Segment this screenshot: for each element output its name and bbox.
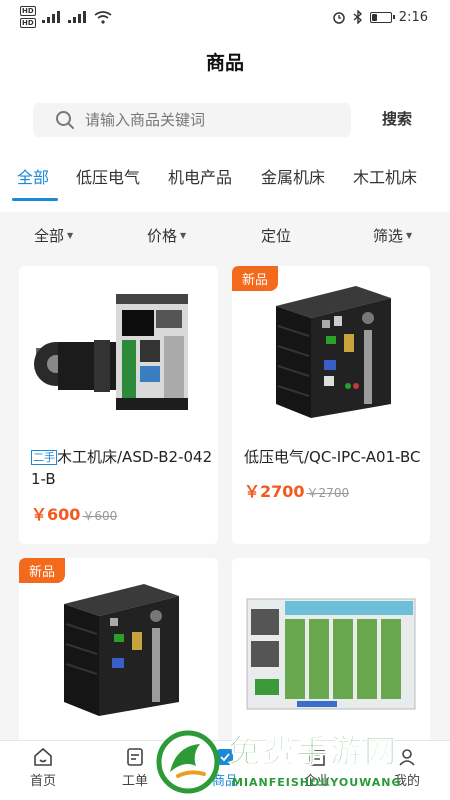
- filter-label: 全部: [34, 227, 65, 245]
- category-tabs: 全部 低压电气 机电产品 金属机床 木工机床: [0, 164, 450, 204]
- filter-all[interactable]: 全部 ▼: [34, 225, 73, 246]
- tab-woodworking[interactable]: 木工机床: [353, 164, 417, 188]
- product-image: [19, 266, 218, 436]
- tab-electromechanical[interactable]: 机电产品: [168, 164, 232, 188]
- tab-low-voltage[interactable]: 低压电气: [76, 164, 140, 188]
- hd-badge: HD: [20, 6, 36, 16]
- product-image: [232, 564, 430, 734]
- filter-label: 筛选: [373, 227, 404, 245]
- price-row: ￥600 ￥600: [31, 501, 117, 525]
- filter-location[interactable]: 定位: [261, 225, 291, 246]
- status-left: HD HD: [20, 6, 112, 28]
- bluetooth-icon: [353, 10, 362, 24]
- filter-bar: 全部 ▼ 价格 ▼ 定位 筛选 ▼: [0, 212, 450, 256]
- watermark-logo-icon: [156, 730, 220, 794]
- filter-label: 定位: [261, 227, 292, 245]
- product-title: 二手 木工机床/ASD-B2-0421-B: [31, 446, 218, 490]
- product-image: [232, 266, 430, 436]
- product-card[interactable]: 二手 木工机床/ASD-B2-0421-B ￥600 ￥600: [19, 266, 218, 544]
- battery-icon: [369, 11, 395, 23]
- nav-home[interactable]: 首页: [18, 747, 68, 789]
- filter-screen[interactable]: 筛选 ▼: [373, 225, 412, 246]
- product-price: ￥2700: [244, 482, 305, 501]
- new-badge: 新品: [19, 558, 66, 583]
- io-module-image: [246, 598, 416, 710]
- used-tag: 二手: [31, 450, 57, 465]
- status-right: 2:16: [332, 10, 428, 25]
- home-icon: [34, 747, 52, 766]
- industrial-pc-image: [276, 286, 391, 418]
- price-row: ￥2700 ￥2700: [244, 478, 349, 502]
- tab-metal-machine[interactable]: 金属机床: [261, 164, 325, 188]
- hd-badge: HD: [20, 18, 36, 28]
- page-title: 商品: [205, 52, 244, 74]
- product-title: 低压电气/QC-IPC-A01-BC: [244, 448, 421, 466]
- watermark-subtitle: MIANFEISHOUYOUWANG: [232, 776, 402, 789]
- product-grid: 二手 木工机床/ASD-B2-0421-B ￥600 ￥600 新品 低压电气/…: [0, 256, 450, 758]
- caret-down-icon: ▼: [406, 231, 413, 240]
- product-image: [19, 564, 218, 734]
- order-icon: [127, 748, 143, 766]
- alarm-icon: [333, 12, 345, 24]
- signal-icon: [67, 11, 86, 23]
- wifi-icon: [94, 10, 112, 24]
- nav-label: 首页: [29, 774, 56, 789]
- caret-down-icon: ▼: [180, 231, 187, 240]
- filter-label: 价格: [147, 227, 178, 245]
- status-bar: HD HD 2:16: [0, 0, 450, 34]
- search-box[interactable]: [33, 103, 351, 137]
- original-price: ￥2700: [306, 486, 350, 500]
- product-card[interactable]: 新品 低压电气/QC-IPC-A01-BC ￥2700 ￥2700: [232, 266, 430, 544]
- search-icon: [56, 111, 74, 129]
- product-name: 木工机床/ASD-B2-0421-B: [31, 448, 213, 488]
- battery-level: [371, 13, 377, 21]
- original-price: ￥600: [82, 509, 118, 523]
- caret-down-icon: ▼: [67, 231, 74, 240]
- watermark: 免费手游网 MIANFEISHOUYOUWANG: [150, 724, 450, 800]
- servo-motor-image: [33, 294, 188, 410]
- nav-label: 工单: [121, 774, 148, 789]
- hd-badges: HD HD: [20, 6, 36, 28]
- new-badge: 新品: [232, 266, 279, 291]
- active-tab-indicator: [12, 198, 58, 201]
- watermark-title: 免费手游网: [227, 732, 399, 771]
- signal-icon: [41, 11, 60, 23]
- clock: 2:16: [398, 9, 428, 25]
- product-price: ￥600: [31, 505, 81, 524]
- filter-price[interactable]: 价格 ▼: [147, 225, 186, 246]
- tab-all[interactable]: 全部: [17, 164, 49, 188]
- search-input[interactable]: [85, 111, 325, 129]
- search-button[interactable]: 搜索: [382, 108, 412, 129]
- industrial-pc-image: [63, 584, 179, 716]
